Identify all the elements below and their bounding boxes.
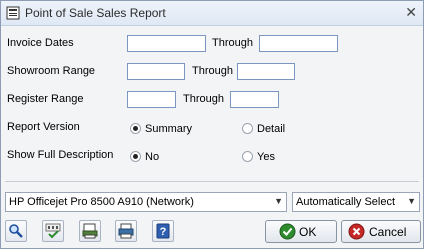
chevron-down-icon[interactable]: ▼ [407, 196, 416, 206]
print-preview-icon [82, 223, 98, 239]
print-icon [118, 223, 134, 239]
showroom-from-field[interactable] [127, 63, 185, 80]
full-description-yes-label[interactable]: Yes [257, 151, 275, 163]
register-to-field[interactable] [230, 91, 279, 108]
title-bar: Point of Sale Sales Report ✕ [1, 1, 423, 26]
report-version-detail-radio[interactable] [242, 123, 253, 134]
cancel-button[interactable]: Cancel [341, 220, 421, 243]
svg-text:?: ? [160, 226, 167, 238]
report-version-summary-label[interactable]: Summary [145, 123, 192, 135]
report-icon [6, 6, 20, 20]
report-version-summary-radio[interactable] [130, 123, 141, 134]
print-button[interactable] [115, 220, 137, 242]
ok-label: OK [299, 225, 317, 239]
invoice-dates-through-label: Through [212, 37, 253, 49]
window-title: Point of Sale Sales Report [25, 6, 166, 20]
report-dialog: Point of Sale Sales Report ✕ Invoice Dat… [0, 0, 424, 249]
invoice-date-to-field[interactable] [259, 35, 338, 52]
cancel-label: Cancel [369, 225, 407, 239]
print-preview-button[interactable] [79, 220, 101, 242]
cancel-icon [348, 223, 365, 240]
tray-select[interactable]: Automatically Select ▼ [292, 192, 420, 212]
showroom-through-label: Through [192, 65, 233, 77]
close-button[interactable]: ✕ [405, 4, 417, 21]
search-button[interactable] [5, 220, 27, 242]
check-icon [279, 223, 296, 240]
search-icon [9, 224, 23, 238]
help-icon: ? [156, 223, 170, 239]
help-button[interactable]: ? [152, 220, 174, 242]
printer-select-value: HP Officejet Pro 8500 A910 (Network) [9, 196, 194, 208]
full-description-no-radio[interactable] [130, 151, 141, 162]
invoice-date-from-field[interactable] [127, 35, 206, 52]
full-description-yes-radio[interactable] [242, 151, 253, 162]
spellcheck-icon [45, 223, 61, 239]
report-version-detail-label[interactable]: Detail [257, 123, 285, 135]
spellcheck-button[interactable] [42, 220, 64, 242]
full-description-no-label[interactable]: No [145, 151, 159, 163]
register-through-label: Through [183, 93, 224, 105]
show-full-description-label: Show Full Description [7, 149, 114, 161]
showroom-range-label: Showroom Range [7, 65, 96, 77]
report-version-label: Report Version [7, 121, 80, 133]
invoice-dates-label: Invoice Dates [7, 37, 74, 49]
ok-button[interactable]: OK [265, 220, 337, 243]
showroom-to-field[interactable] [237, 63, 295, 80]
chevron-down-icon[interactable]: ▼ [274, 196, 283, 206]
register-from-field[interactable] [127, 91, 176, 108]
register-range-label: Register Range [7, 93, 84, 105]
printer-select[interactable]: HP Officejet Pro 8500 A910 (Network) ▼ [5, 192, 287, 212]
tray-select-value: Automatically Select [296, 196, 396, 208]
divider [5, 181, 419, 182]
